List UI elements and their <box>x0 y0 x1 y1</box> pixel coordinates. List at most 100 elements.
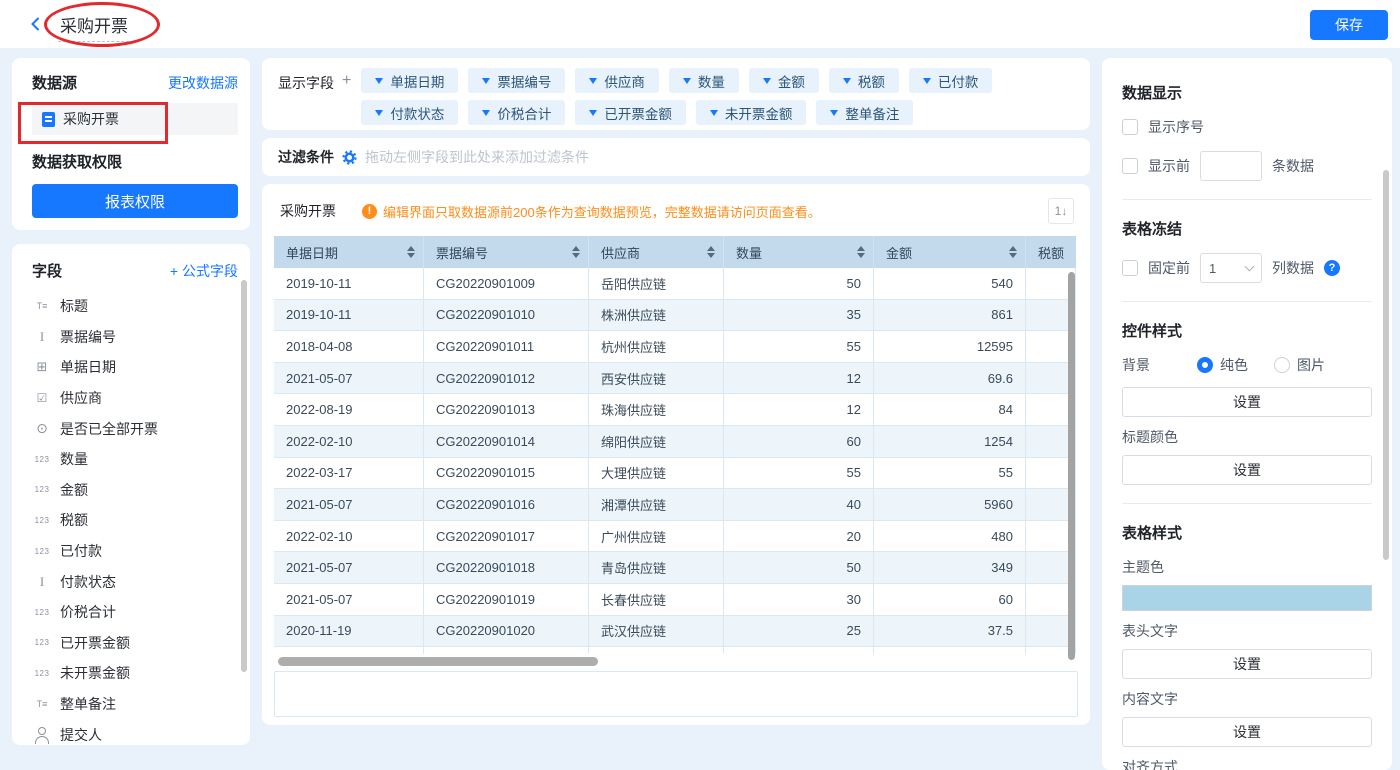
field-chip[interactable]: 数量 <box>669 68 739 93</box>
field-chip[interactable]: 付款状态 <box>361 100 458 125</box>
chevron-down-icon[interactable] <box>375 110 383 116</box>
add-formula-field-link[interactable]: + 公式字段 <box>170 261 238 281</box>
field-item[interactable]: 票据编号 <box>32 322 238 353</box>
background-set-button[interactable]: 设置 <box>1122 387 1372 417</box>
content-text-set-button[interactable]: 设置 <box>1122 717 1372 747</box>
add-field-icon[interactable]: + <box>342 72 351 90</box>
cell: 37.5 <box>874 616 1026 647</box>
cell: 60 <box>724 426 874 457</box>
datasource-heading: 数据源 <box>32 72 77 93</box>
field-item[interactable]: 税额 <box>32 505 238 536</box>
freeze-count-select[interactable]: 1 <box>1200 253 1262 283</box>
cell: 2021-05-07 <box>274 584 424 615</box>
settings-scrollbar[interactable] <box>1383 170 1389 560</box>
chevron-down-icon[interactable] <box>843 78 851 84</box>
number-icon <box>32 603 52 621</box>
column-header[interactable]: 金额 <box>874 236 1026 268</box>
freeze-checkbox[interactable] <box>1122 260 1138 276</box>
field-chip[interactable]: 票据编号 <box>468 68 565 93</box>
field-item[interactable]: 整单备注 <box>32 689 238 720</box>
chevron-down-icon[interactable] <box>830 110 838 116</box>
page-title[interactable]: 采购开票 <box>58 12 134 42</box>
report-permission-button[interactable]: 报表权限 <box>32 184 238 218</box>
field-item[interactable]: 标题 <box>32 291 238 322</box>
fields-scrollbar[interactable] <box>241 280 247 672</box>
filter-panel[interactable]: 过滤条件 拖动左侧字段到此处来添加过滤条件 <box>262 138 1090 176</box>
chevron-down-icon[interactable] <box>375 78 383 84</box>
chevron-down-icon[interactable] <box>482 78 490 84</box>
field-item[interactable]: 单据日期 <box>32 352 238 383</box>
chip-label: 票据编号 <box>497 71 551 91</box>
field-list: 标题 票据编号 单据日期 供应商 是否已全部开票 数量 金额 税额 已付款 付款… <box>32 291 238 745</box>
chevron-down-icon[interactable] <box>482 110 490 116</box>
field-label: 价税合计 <box>60 602 116 622</box>
column-header[interactable]: 供应商 <box>589 236 724 268</box>
field-chip[interactable]: 已开票金额 <box>575 100 686 125</box>
image-radio[interactable] <box>1274 357 1290 373</box>
cell: 2018-04-08 <box>274 331 424 362</box>
field-item[interactable]: 供应商 <box>32 383 238 414</box>
field-label: 付款状态 <box>60 572 116 592</box>
cell: 12595 <box>874 331 1026 362</box>
cell: 2021-05-07 <box>274 552 424 583</box>
header-text-set-button[interactable]: 设置 <box>1122 649 1372 679</box>
field-item[interactable]: 付款状态 <box>32 566 238 597</box>
field-item[interactable]: 提交人 <box>32 719 238 745</box>
cell: 2022-02-10 <box>274 521 424 552</box>
field-chip[interactable]: 整单备注 <box>816 100 913 125</box>
column-header[interactable]: 税额 <box>1026 236 1076 268</box>
field-item[interactable]: 未开票金额 <box>32 658 238 689</box>
change-datasource-link[interactable]: 更改数据源 <box>168 73 238 93</box>
chevron-down-icon[interactable] <box>763 78 771 84</box>
column-label: 税额 <box>1038 243 1064 262</box>
save-button[interactable]: 保存 <box>1310 10 1388 40</box>
sort-icon[interactable] <box>572 246 580 258</box>
number-icon <box>32 634 52 652</box>
chevron-down-icon[interactable] <box>710 110 718 116</box>
column-header[interactable]: 数量 <box>724 236 874 268</box>
field-chip[interactable]: 单据日期 <box>361 68 458 93</box>
table-vertical-scrollbar[interactable] <box>1068 272 1075 660</box>
chevron-down-icon[interactable] <box>589 78 597 84</box>
title-color-set-button[interactable]: 设置 <box>1122 455 1372 485</box>
field-chip[interactable]: 税额 <box>829 68 899 93</box>
column-header[interactable]: 票据编号 <box>424 236 589 268</box>
back-icon[interactable] <box>28 16 44 32</box>
number-icon <box>32 664 52 682</box>
cell: 株洲供应链 <box>589 300 724 331</box>
chevron-down-icon[interactable] <box>923 78 931 84</box>
field-item[interactable]: 是否已全部开票 <box>32 413 238 444</box>
background-label: 背景 <box>1122 355 1197 375</box>
chevron-down-icon[interactable] <box>683 78 691 84</box>
field-item[interactable]: 数量 <box>32 444 238 475</box>
field-item[interactable]: 金额 <box>32 475 238 506</box>
sort-icon[interactable] <box>707 246 715 258</box>
show-first-checkbox[interactable] <box>1122 158 1138 174</box>
sort-order-icon[interactable]: 1↓ <box>1048 198 1074 224</box>
datasource-item[interactable]: 采购开票 <box>32 103 238 135</box>
field-chip[interactable]: 价税合计 <box>468 100 565 125</box>
column-header[interactable]: 单据日期 <box>274 236 424 268</box>
field-chip[interactable]: 未开票金额 <box>696 100 807 125</box>
field-chip[interactable]: 供应商 <box>575 68 659 93</box>
help-icon[interactable]: ? <box>1324 260 1340 276</box>
data-display-heading: 数据显示 <box>1122 82 1372 103</box>
show-index-checkbox[interactable] <box>1122 119 1138 135</box>
field-item[interactable]: 已开票金额 <box>32 628 238 659</box>
solid-color-radio[interactable] <box>1197 357 1213 373</box>
cell: 60 <box>874 584 1026 615</box>
field-chip[interactable]: 已付款 <box>909 68 993 93</box>
field-chip[interactable]: 金额 <box>749 68 819 93</box>
table-row: 2021-05-07CG20220901019长春供应链3060 <box>274 584 1076 616</box>
field-item[interactable]: 已付款 <box>32 536 238 567</box>
horizontal-scrollbar[interactable] <box>278 657 598 666</box>
sort-icon[interactable] <box>407 246 415 258</box>
chevron-down-icon[interactable] <box>589 110 597 116</box>
gear-icon[interactable] <box>342 150 357 165</box>
sort-icon[interactable] <box>857 246 865 258</box>
theme-color-swatch[interactable] <box>1122 585 1372 611</box>
show-first-count-input[interactable] <box>1200 151 1262 181</box>
number-icon <box>32 511 52 529</box>
field-item[interactable]: 价税合计 <box>32 597 238 628</box>
sort-icon[interactable] <box>1009 246 1017 258</box>
